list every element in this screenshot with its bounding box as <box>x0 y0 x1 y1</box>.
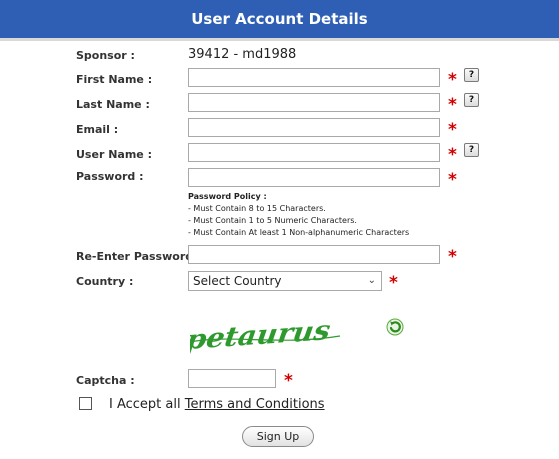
password-policy-title: Password Policy : <box>188 192 267 201</box>
captcha-text: petaurus <box>190 314 332 354</box>
captcha-image: petaurus <box>190 314 340 354</box>
sponsor-label: Sponsor : <box>76 49 135 62</box>
first-name-input[interactable] <box>188 68 440 87</box>
user-name-input[interactable] <box>188 143 440 162</box>
password-label: Password : <box>76 170 144 183</box>
email-required-marker: * <box>448 120 457 140</box>
captcha-input[interactable] <box>188 369 276 388</box>
password-policy-rule: - Must Contain 8 to 15 Characters. <box>188 204 326 213</box>
country-select[interactable]: Select Country ⌄ <box>188 271 382 291</box>
terms-prefix: I Accept all <box>109 397 185 412</box>
page-header: User Account Details <box>0 0 559 41</box>
captcha-label: Captcha : <box>76 374 135 387</box>
last-name-help-icon[interactable]: ? <box>464 93 479 107</box>
password-required-marker: * <box>448 170 457 190</box>
user-name-required-marker: * <box>448 145 457 165</box>
chevron-down-icon: ⌄ <box>367 275 376 286</box>
refresh-captcha-icon[interactable] <box>386 318 404 336</box>
user-name-help-icon[interactable]: ? <box>464 143 479 157</box>
country-required-marker: * <box>389 273 398 293</box>
password-policy: Password Policy : - Must Contain 8 to 15… <box>188 191 409 239</box>
sign-up-button[interactable]: Sign Up <box>242 426 314 447</box>
reenter-password-label: Re-Enter Password : <box>76 250 202 263</box>
password-input[interactable] <box>188 168 440 187</box>
email-label: Email : <box>76 123 119 136</box>
last-name-label: Last Name : <box>76 98 150 111</box>
terms-accept-text: I Accept all Terms and Conditions <box>109 397 325 412</box>
country-selected-value: Select Country <box>193 274 282 288</box>
user-name-label: User Name : <box>76 148 152 161</box>
terms-checkbox[interactable] <box>79 397 92 410</box>
first-name-help-icon[interactable]: ? <box>464 68 479 82</box>
last-name-required-marker: * <box>448 95 457 115</box>
reenter-password-required-marker: * <box>448 247 457 267</box>
page-title: User Account Details <box>191 10 368 28</box>
first-name-label: First Name : <box>76 73 153 86</box>
country-label: Country : <box>76 275 134 288</box>
password-policy-rule: - Must Contain At least 1 Non-alphanumer… <box>188 228 410 237</box>
reenter-password-input[interactable] <box>188 245 440 264</box>
last-name-input[interactable] <box>188 93 440 112</box>
first-name-required-marker: * <box>448 70 457 90</box>
captcha-required-marker: * <box>284 371 293 391</box>
sponsor-value: 39412 - md1988 <box>188 47 297 62</box>
terms-link[interactable]: Terms and Conditions <box>185 397 325 412</box>
email-input[interactable] <box>188 118 440 137</box>
password-policy-rule: - Must Contain 1 to 5 Numeric Characters… <box>188 216 357 225</box>
